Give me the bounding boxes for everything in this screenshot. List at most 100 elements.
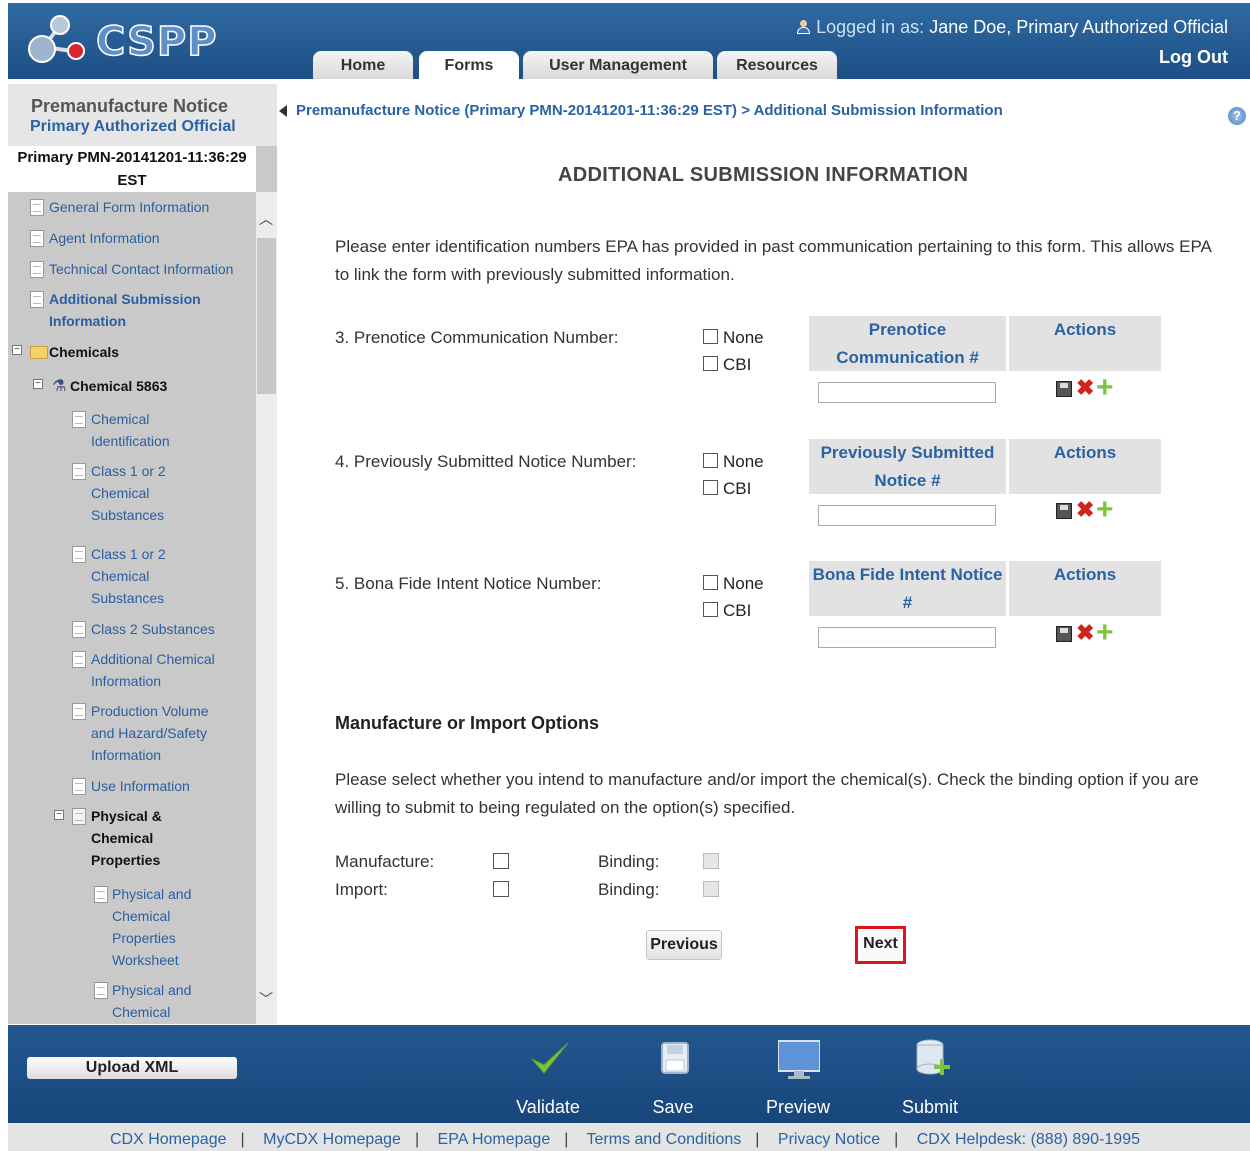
bona-fide-number-input[interactable]: [818, 627, 996, 648]
collapse-sidebar-icon[interactable]: [279, 105, 287, 117]
footer-link-cdx-homepage[interactable]: CDX Homepage: [110, 1131, 227, 1148]
cspp-logo[interactable]: CSPP: [22, 11, 217, 67]
import-checkbox[interactable]: [493, 881, 509, 897]
bona-fide-cbi-checkbox[interactable]: [703, 602, 718, 617]
save-label: Save: [652, 1097, 694, 1117]
footer-link-terms[interactable]: Terms and Conditions: [587, 1131, 742, 1148]
tree-item-additional-submission[interactable]: Additional Submission Information: [49, 288, 224, 332]
bona-fide-cbi-option[interactable]: CBI: [703, 601, 751, 621]
help-icon[interactable]: ?: [1228, 107, 1246, 125]
footer-link-mycdx-homepage[interactable]: MyCDX Homepage: [263, 1131, 401, 1148]
tree-item-physical-chemical[interactable]: Physical & Chemical Properties: [91, 805, 191, 871]
pmn-identifier: Primary PMN-20141201-11:36:29 EST: [8, 146, 256, 192]
tab-resources[interactable]: Resources: [717, 51, 837, 79]
footer-link-epa-homepage[interactable]: EPA Homepage: [438, 1131, 551, 1148]
previous-notice-number-input[interactable]: [818, 505, 996, 526]
tree-item-class-2-substances[interactable]: Class 2 Substances: [91, 618, 215, 640]
manufacture-checkbox[interactable]: [493, 853, 509, 869]
tree-item-general-form[interactable]: General Form Information: [49, 196, 209, 218]
save-button[interactable]: Save: [628, 1033, 718, 1119]
cbi-label: CBI: [723, 355, 752, 374]
import-binding-label: Binding:: [598, 880, 660, 899]
tree-item-physical-chemical-worksheet[interactable]: Physical and Chemical Properties Workshe…: [112, 883, 212, 971]
bona-fide-none-checkbox[interactable]: [703, 575, 718, 590]
scroll-up-icon[interactable]: ︿: [258, 212, 274, 226]
logo-text: CSPP: [95, 18, 218, 66]
tree-item-agent[interactable]: Agent Information: [49, 227, 160, 249]
document-icon: [94, 982, 108, 999]
collapse-icon[interactable]: −: [33, 379, 43, 389]
previous-notice-cbi-option[interactable]: CBI: [703, 479, 751, 499]
delete-row-icon[interactable]: ✖: [1076, 622, 1094, 644]
tree-item-chemical-identification[interactable]: Chemical Identification: [91, 408, 221, 452]
logout-link[interactable]: Log Out: [1159, 47, 1228, 68]
app-header: CSPP Home Forms User Management Resource…: [8, 3, 1250, 79]
delete-row-icon[interactable]: ✖: [1076, 377, 1094, 399]
document-icon: [72, 778, 86, 795]
save-row-icon[interactable]: [1056, 503, 1072, 519]
save-row-icon[interactable]: [1056, 381, 1072, 397]
prenotice-none-option[interactable]: None: [703, 328, 764, 348]
previous-button[interactable]: Previous: [646, 930, 722, 960]
manufacture-label: Manufacture:: [335, 852, 435, 871]
pmn-id-line: Primary PMN-20141201-11:36:29: [17, 149, 247, 166]
tree-item-production-volume[interactable]: Production Volume and Hazard/Safety Info…: [91, 700, 231, 766]
collapse-icon[interactable]: −: [54, 810, 64, 820]
add-row-icon[interactable]: +: [1096, 618, 1114, 648]
tab-user-management[interactable]: User Management: [523, 51, 713, 79]
previous-notice-cbi-checkbox[interactable]: [703, 480, 718, 495]
breadcrumb[interactable]: Premanufacture Notice (Primary PMN-20141…: [296, 102, 1003, 119]
options-text: Please select whether you intend to manu…: [335, 770, 1199, 817]
flask-icon: ⚗: [52, 378, 67, 395]
prenotice-number-input[interactable]: [818, 382, 996, 403]
upload-xml-button[interactable]: Upload XML: [27, 1057, 237, 1079]
tree-item-class-1-or-2-b[interactable]: Class 1 or 2 Chemical Substances: [91, 543, 201, 609]
tree-item-class-1-or-2-a[interactable]: Class 1 or 2 Chemical Substances: [91, 460, 201, 526]
bona-fide-column-header: Bona Fide Intent Notice #: [809, 561, 1006, 616]
document-icon: [72, 411, 86, 428]
collapse-icon[interactable]: −: [12, 345, 22, 355]
bona-fide-none-option[interactable]: None: [703, 574, 764, 594]
validate-button[interactable]: Validate: [503, 1033, 593, 1119]
preview-button[interactable]: Preview: [753, 1033, 843, 1119]
next-button[interactable]: Next: [860, 930, 901, 960]
preview-label: Preview: [765, 1097, 831, 1117]
tree-item-chemicals[interactable]: Chemicals: [49, 341, 119, 363]
scroll-down-icon[interactable]: ﹀: [258, 992, 274, 1006]
actions-column-header: Actions: [1009, 561, 1161, 616]
footer-link-privacy[interactable]: Privacy Notice: [778, 1131, 880, 1148]
document-icon: [72, 463, 86, 480]
tab-home[interactable]: Home: [313, 51, 413, 79]
form-tree: General Form Information Agent Informati…: [8, 192, 256, 1024]
tree-item-physical-chemical-2[interactable]: Physical and Chemical: [112, 979, 212, 1023]
sidebar-scroll-thumb[interactable]: [257, 238, 276, 394]
tree-item-technical-contact[interactable]: Technical Contact Information: [49, 258, 233, 280]
tab-forms[interactable]: Forms: [419, 51, 519, 79]
previous-notice-none-option[interactable]: None: [703, 452, 764, 472]
import-binding-checkbox[interactable]: [703, 881, 719, 897]
cbi-label: CBI: [723, 479, 752, 498]
document-icon: [72, 621, 86, 638]
add-row-icon[interactable]: +: [1096, 373, 1114, 403]
save-row-icon[interactable]: [1056, 626, 1072, 642]
prenotice-none-checkbox[interactable]: [703, 329, 718, 344]
options-title: Manufacture or Import Options: [335, 713, 600, 733]
document-icon: [30, 230, 44, 247]
sidebar-header: Premanufacture Notice Primary Authorized…: [8, 84, 277, 146]
delete-row-icon[interactable]: ✖: [1076, 499, 1094, 521]
tree-item-additional-chemical[interactable]: Additional Chemical Information: [91, 648, 241, 692]
validate-label: Validate: [516, 1097, 580, 1117]
floppy-disk-icon: [661, 1042, 689, 1074]
footer-link-helpdesk[interactable]: CDX Helpdesk: (888) 890-1995: [917, 1131, 1140, 1148]
manufacture-binding-checkbox[interactable]: [703, 853, 719, 869]
tree-item-chemical-5863[interactable]: Chemical 5863: [70, 375, 167, 397]
login-status: Logged in as: Jane Doe, Primary Authoriz…: [796, 17, 1228, 38]
previous-notice-none-checkbox[interactable]: [703, 453, 718, 468]
previous-notice-column-header: Previously Submitted Notice #: [809, 439, 1006, 494]
prenotice-cbi-checkbox[interactable]: [703, 356, 718, 371]
submit-button[interactable]: Submit: [885, 1033, 975, 1119]
user-name: Jane Doe, Primary Authorized Official: [929, 17, 1228, 37]
prenotice-cbi-option[interactable]: CBI: [703, 355, 751, 375]
add-row-icon[interactable]: +: [1096, 495, 1114, 525]
tree-item-use-information[interactable]: Use Information: [91, 775, 190, 797]
